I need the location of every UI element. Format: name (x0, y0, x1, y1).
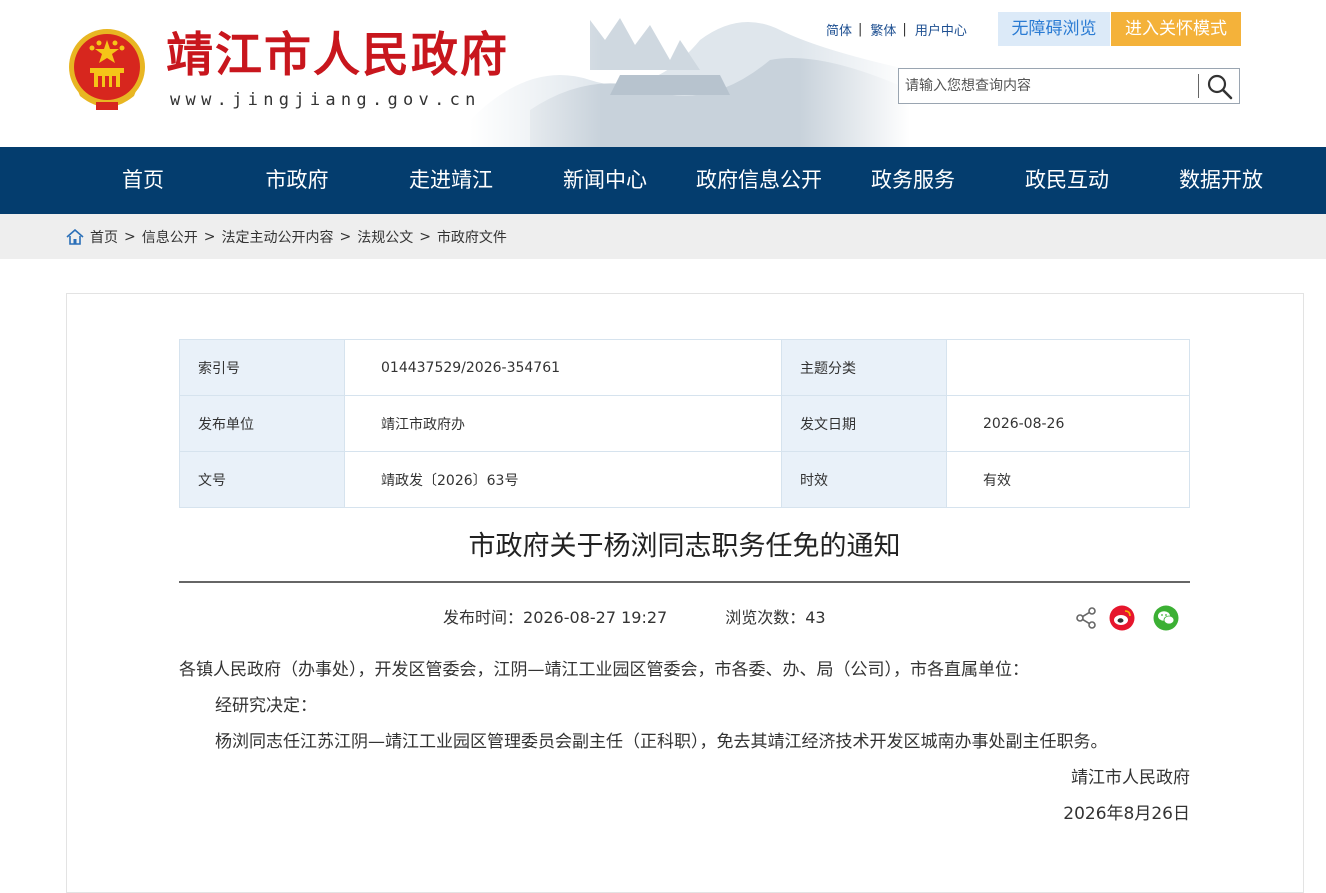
user-center-link[interactable]: 用户中心 (915, 20, 967, 39)
search-input[interactable] (905, 69, 1195, 103)
meta-value-doc-number: 靖政发〔2026〕63号 (344, 451, 782, 508)
publish-time-label: 发布时间： (443, 608, 524, 627)
meta-key-doc-number: 文号 (179, 451, 345, 508)
wechat-icon[interactable] (1153, 605, 1179, 631)
weibo-icon[interactable] (1109, 605, 1135, 631)
accessible-browsing-button[interactable]: 无障碍浏览 (998, 12, 1110, 46)
breadcrumb-info-disclosure[interactable]: 信息公开 (142, 227, 198, 247)
breadcrumb-separator: > (203, 229, 216, 245)
signing-date: 2026年8月26日 (1063, 804, 1190, 824)
search-icon[interactable] (1205, 72, 1235, 100)
meta-value-issue-date: 2026-08-26 (946, 395, 1190, 452)
meta-value-validity: 有效 (946, 451, 1190, 508)
nav-interaction[interactable]: 政民互动 (990, 147, 1144, 214)
meta-key-topic: 主题分类 (781, 339, 947, 396)
breadcrumb-separator: > (339, 229, 352, 245)
meta-key-index: 索引号 (179, 339, 345, 396)
nav-news-center[interactable]: 新闻中心 (528, 147, 682, 214)
salutation: 各镇人民政府（办事处），开发区管委会，江阴—靖江工业园区管委会，市各委、办、局（… (179, 660, 1029, 680)
breadcrumb-home[interactable]: 首页 (90, 227, 118, 247)
publish-time-value: 2026-08-27 19:27 (523, 608, 668, 627)
meta-key-validity: 时效 (781, 451, 947, 508)
breadcrumb-regulations[interactable]: 法规公文 (357, 227, 413, 247)
publish-info: 发布时间：2026-08-27 19:27 浏览次数：43 (443, 607, 826, 629)
site-url: www.jingjiang.gov.cn (170, 90, 481, 110)
meta-key-publisher: 发布单位 (179, 395, 345, 452)
search-box (898, 68, 1240, 104)
care-mode-button[interactable]: 进入关怀模式 (1111, 12, 1241, 46)
table-row: 索引号 014437529/2026-354761 主题分类 (179, 339, 1190, 396)
traditional-chinese-link[interactable]: 繁体 (870, 20, 896, 39)
nav-government-services[interactable]: 政务服务 (836, 147, 990, 214)
document-meta-table: 索引号 014437529/2026-354761 主题分类 发布单位 靖江市政… (179, 339, 1190, 508)
nav-info-disclosure[interactable]: 政府信息公开 (682, 147, 836, 214)
site-title[interactable]: 靖江市人民政府 (166, 28, 509, 84)
nav-about-jingjiang[interactable]: 走进靖江 (374, 147, 528, 214)
meta-key-issue-date: 发文日期 (781, 395, 947, 452)
site-header: 靖江市人民政府 www.jingjiang.gov.cn 简体 | 繁体 | 用… (0, 0, 1326, 147)
breadcrumb-separator: > (124, 229, 136, 245)
document-title: 市政府关于杨浏同志职务任免的通知 (468, 531, 901, 562)
separator: | (858, 21, 863, 37)
national-emblem-logo (69, 29, 145, 110)
simplified-chinese-link[interactable]: 简体 (826, 20, 852, 39)
breadcrumb-city-documents[interactable]: 市政府文件 (437, 227, 507, 247)
nav-home[interactable]: 首页 (66, 147, 220, 214)
title-divider (179, 581, 1190, 583)
meta-value-index: 014437529/2026-354761 (344, 339, 782, 396)
signer: 靖江市人民政府 (1071, 768, 1190, 788)
breadcrumb-statutory-content[interactable]: 法定主动公开内容 (221, 227, 333, 247)
share-icon[interactable] (1073, 605, 1099, 631)
nav-open-data[interactable]: 数据开放 (1144, 147, 1298, 214)
views-count: 43 (805, 608, 826, 627)
breadcrumb: 首页 > 信息公开 > 法定主动公开内容 > 法规公文 > 市政府文件 (66, 227, 507, 247)
separator: | (902, 21, 907, 37)
top-links: 简体 | 繁体 | 用户中心 (826, 19, 967, 39)
paragraph: 杨浏同志任江苏江阴—靖江工业园区管理委员会副主任（正科职），免去其靖江经济技术开… (215, 732, 1108, 752)
paragraph: 经研究决定： (215, 696, 317, 716)
table-row: 文号 靖政发〔2026〕63号 时效 有效 (179, 451, 1190, 508)
views-label: 浏览次数： (725, 608, 806, 627)
meta-value-topic (946, 339, 1190, 396)
breadcrumb-separator: > (419, 229, 431, 245)
meta-value-publisher: 靖江市政府办 (344, 395, 782, 452)
home-icon (66, 229, 84, 245)
table-row: 发布单位 靖江市政府办 发文日期 2026-08-26 (179, 395, 1190, 452)
main-nav: 首页 市政府 走进靖江 新闻中心 政府信息公开 政务服务 政民互动 数据开放 (0, 147, 1326, 214)
nav-city-government[interactable]: 市政府 (220, 147, 374, 214)
search-divider (1198, 74, 1199, 98)
